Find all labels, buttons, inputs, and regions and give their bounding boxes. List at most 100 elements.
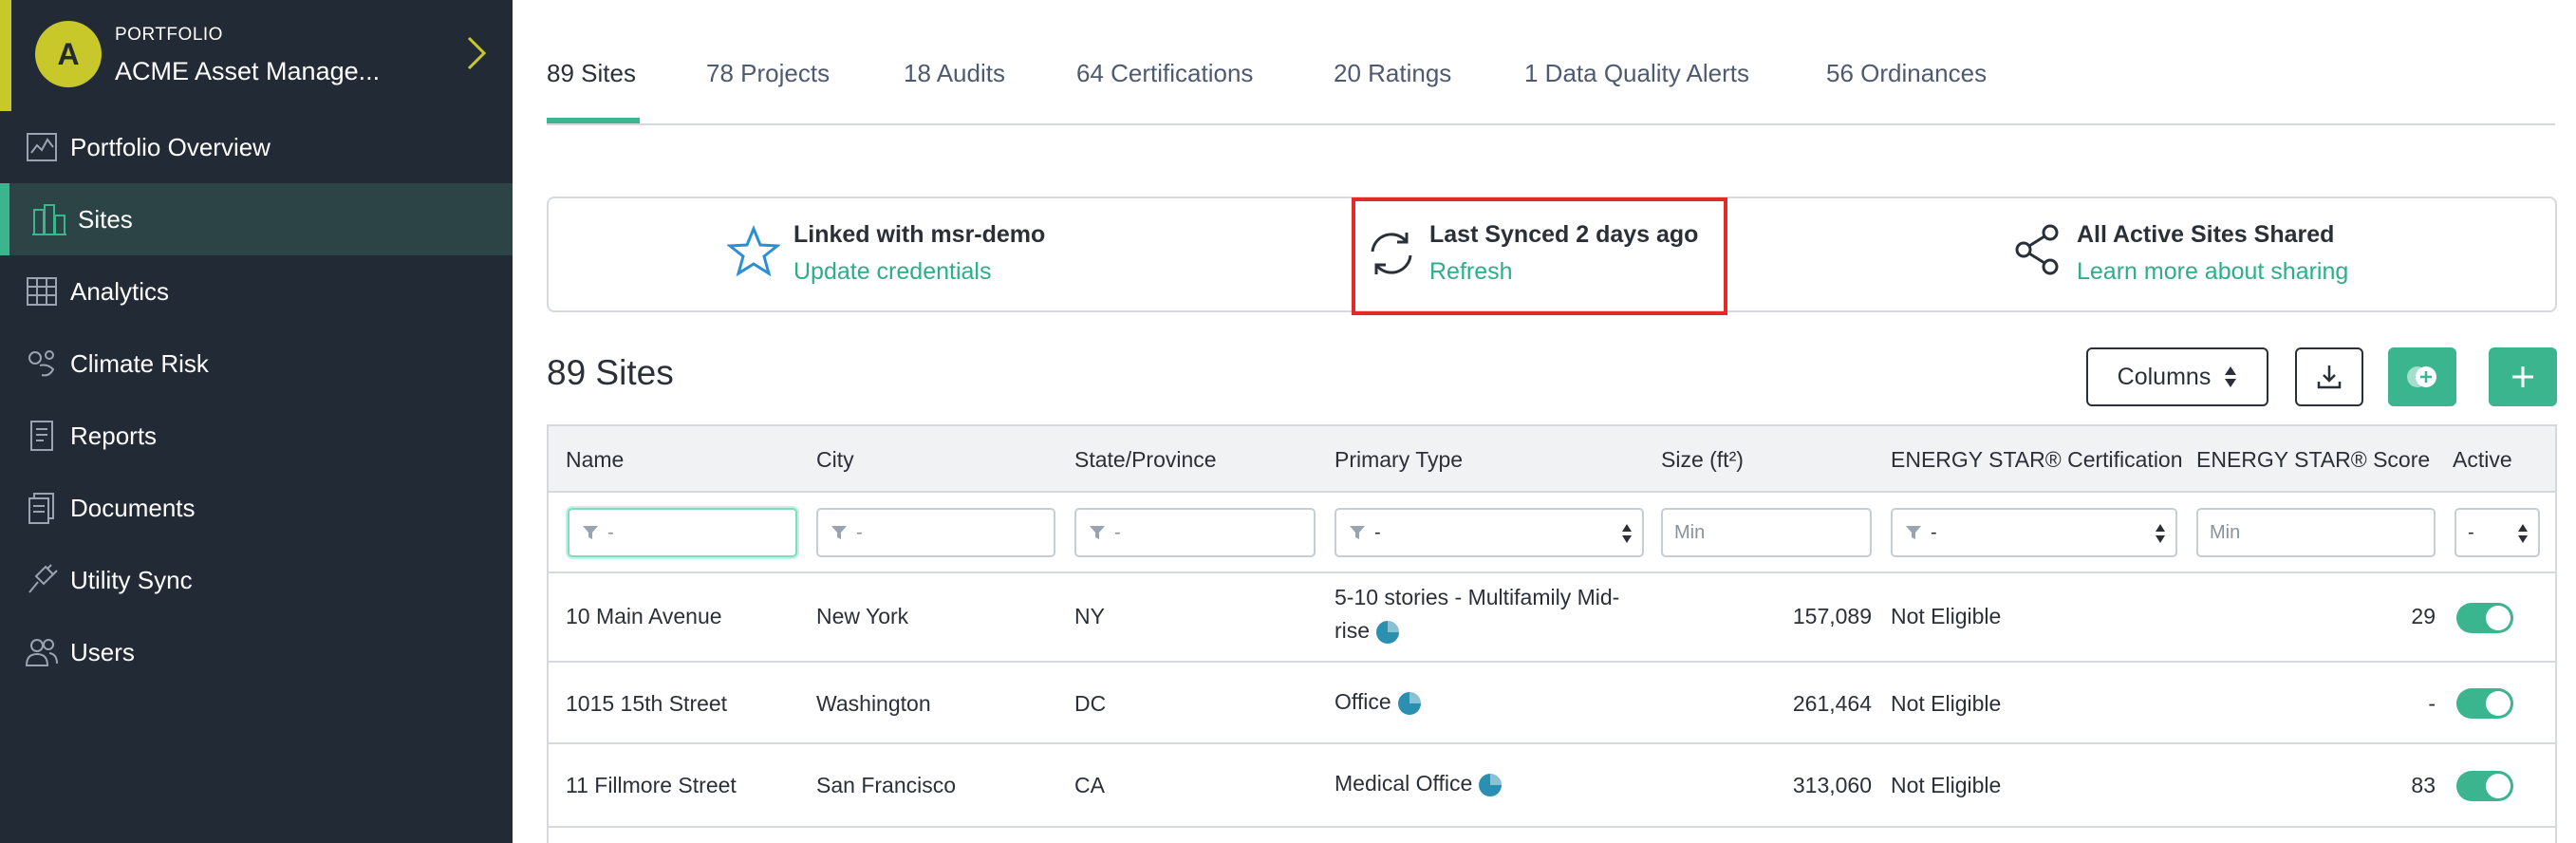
portfolio-switcher[interactable]: A PORTFOLIO ACME Asset Manage... (0, 0, 513, 111)
primary-type-line: 5-10 stories - Multifamily Mid- (1335, 585, 1620, 609)
cell-name: 1015 15th Street (566, 691, 728, 716)
property-use-pie-icon[interactable] (1375, 620, 1400, 645)
download-icon (2317, 365, 2342, 389)
column-header-city[interactable]: City (816, 447, 854, 473)
sidebar-item-users[interactable]: Users (0, 616, 513, 688)
filter-row: - - - - Min - Min - (549, 493, 2555, 573)
columns-button-label: Columns (2117, 363, 2212, 390)
cell-state: CA (1074, 773, 1105, 797)
cell-size: 157,089 (1792, 604, 1872, 628)
sidebar-item-portfolio-overview[interactable]: Portfolio Overview (0, 111, 513, 183)
cell-state: DC (1074, 691, 1107, 716)
table-row[interactable]: 1015 15th Street Washington DC Office 26… (549, 663, 2555, 744)
add-group-button[interactable] (2388, 347, 2456, 406)
sidebar-item-label: Users (70, 637, 135, 666)
column-header-size[interactable]: Size (ft²) (1661, 447, 1744, 473)
cell-size: 261,464 (1792, 691, 1872, 716)
tab-data-quality-alerts[interactable]: 1 Data Quality Alerts (1524, 59, 1749, 88)
cell-name: 10 Main Avenue (566, 604, 722, 628)
size-min-placeholder: Min (1674, 521, 1706, 543)
table-row[interactable]: 10 Main Avenue New York NY 5-10 stories … (549, 573, 2555, 663)
users-icon (23, 633, 61, 671)
sidebar-item-sites[interactable]: Sites (0, 183, 513, 255)
plus-icon (2512, 366, 2533, 387)
score-min-input[interactable]: Min (2196, 508, 2436, 557)
sort-arrows-icon (2225, 366, 2237, 387)
sidebar-item-analytics[interactable]: Analytics (0, 255, 513, 328)
download-button[interactable] (2295, 347, 2363, 406)
filter-selected-value: - (2468, 521, 2474, 543)
refresh-link[interactable]: Refresh (1429, 258, 1698, 286)
columns-button[interactable]: Columns (2086, 347, 2268, 406)
select-arrows-icon (2518, 524, 2528, 543)
cell-score: - (2428, 691, 2436, 716)
select-arrows-icon (2156, 524, 2165, 543)
size-min-input[interactable]: Min (1661, 508, 1872, 557)
tab-bar: 89 Sites 78 Projects 18 Audits 64 Certif… (547, 38, 2555, 125)
state-filter-input[interactable]: - (1074, 508, 1316, 557)
filter-icon (1906, 526, 1921, 539)
sidebar-item-utility-sync[interactable]: Utility Sync (0, 544, 513, 616)
chevron-right-icon[interactable] (457, 34, 495, 72)
column-header-name[interactable]: Name (566, 447, 624, 473)
filter-placeholder: - (607, 521, 614, 543)
cell-certification: Not Eligible (1891, 773, 2002, 797)
filter-placeholder: - (1114, 521, 1121, 543)
tab-ordinances[interactable]: 56 Ordinances (1826, 59, 1987, 88)
integration-banner: Linked with msr-demo Update credentials … (547, 197, 2557, 312)
column-header-state[interactable]: State/Province (1074, 447, 1217, 473)
sidebar: A PORTFOLIO ACME Asset Manage... Portfol… (0, 0, 513, 843)
table-row[interactable]: 11 Fillmore Street San Francisco CA Medi… (549, 744, 2555, 828)
city-filter-input[interactable]: - (816, 508, 1055, 557)
property-use-pie-icon[interactable] (1478, 773, 1503, 797)
sidebar-item-label: Sites (78, 204, 133, 234)
sidebar-item-label: Reports (70, 421, 158, 450)
property-use-pie-icon[interactable] (1397, 691, 1422, 716)
primary-type-filter-select[interactable]: - (1335, 508, 1644, 557)
sidebar-item-documents[interactable]: Documents (0, 472, 513, 544)
cell-size: 313,060 (1792, 773, 1872, 797)
certification-filter-select[interactable]: - (1891, 508, 2177, 557)
filter-icon (831, 526, 847, 539)
add-site-button[interactable] (2489, 347, 2557, 406)
tab-audits[interactable]: 18 Audits (904, 59, 1005, 88)
cell-primary-type: 5-10 stories - Multifamily Mid- rise (1335, 585, 1619, 645)
cell-state: NY (1074, 604, 1105, 628)
add-group-icon (2407, 366, 2436, 387)
sidebar-item-reports[interactable]: Reports (0, 400, 513, 472)
primary-type-line: Medical Office (1335, 771, 1473, 796)
learn-more-sharing-link[interactable]: Learn more about sharing (2077, 258, 2348, 286)
active-toggle[interactable] (2456, 688, 2513, 719)
column-header-primary-type[interactable]: Primary Type (1335, 447, 1463, 473)
filter-icon (1350, 526, 1365, 539)
portfolio-eyebrow: PORTFOLIO (115, 25, 223, 45)
tab-certifications[interactable]: 64 Certifications (1076, 59, 1253, 88)
page-title: 89 Sites (547, 353, 674, 392)
filter-icon (1090, 526, 1105, 539)
column-header-energy-star-certification[interactable]: ENERGY STAR® Certification (1891, 447, 2183, 473)
share-title: All Active Sites Shared (2077, 221, 2335, 248)
cell-primary-type: Office (1335, 689, 1422, 716)
column-header-energy-star-score[interactable]: ENERGY STAR® Score (2196, 447, 2430, 473)
active-toggle[interactable] (2456, 771, 2513, 801)
column-header-active[interactable]: Active (2453, 447, 2512, 473)
update-credentials-link[interactable]: Update credentials (793, 258, 1045, 286)
select-arrows-icon (1622, 524, 1632, 543)
cell-city: San Francisco (816, 773, 957, 797)
buildings-icon (30, 200, 68, 238)
primary-type-line: Office (1335, 689, 1391, 714)
avatar: A (35, 21, 102, 87)
active-toggle[interactable] (2456, 603, 2513, 633)
tab-projects[interactable]: 78 Projects (706, 59, 830, 88)
cell-score: 83 (2411, 773, 2436, 797)
active-filter-select[interactable]: - (2455, 508, 2540, 557)
share-block: All Active Sites Shared Learn more about… (2077, 221, 2348, 286)
sidebar-item-label: Utility Sync (70, 565, 193, 594)
documents-icon (23, 489, 61, 527)
cell-score: 29 (2411, 604, 2436, 628)
cell-primary-type: Medical Office (1335, 771, 1503, 797)
name-filter-input[interactable]: - (568, 508, 797, 557)
sidebar-item-climate-risk[interactable]: Climate Risk (0, 328, 513, 400)
tab-ratings[interactable]: 20 Ratings (1334, 59, 1451, 88)
tab-sites[interactable]: 89 Sites (547, 59, 636, 88)
